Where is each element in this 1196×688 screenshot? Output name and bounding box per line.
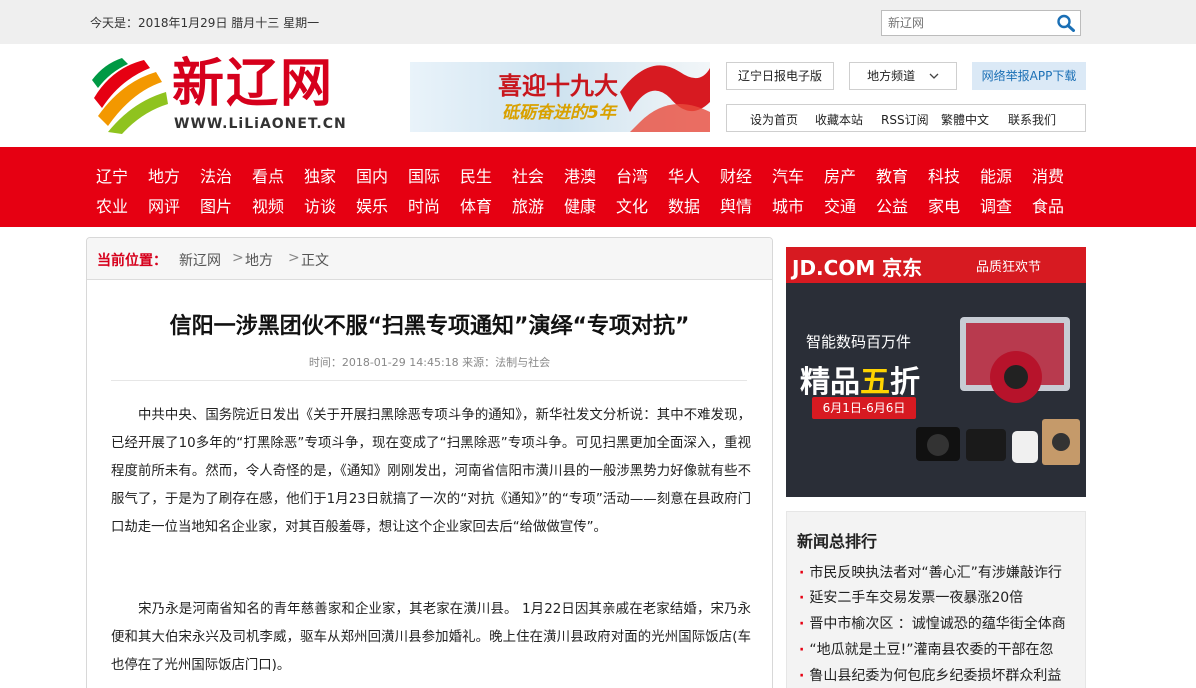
article-paragraph-2: 宋乃永是河南省知名的青年慈善家和企业家，其老家在潢川县。 1月22日因其亲戚在老… [111, 602, 751, 673]
top-bar: 今天是：2018年1月29日 腊月十三 星期一 [0, 0, 1196, 44]
nav-item[interactable]: 华人 [668, 163, 720, 187]
epaper-button[interactable]: 辽宁日报电子版 [726, 62, 834, 90]
article-title: 信阳一涉黑团伙不服“扫黑专项通知”演绎“专项对抗” [169, 314, 690, 339]
article-card: 当前位置： 新辽网 > 地方 > 正文 信阳一涉黑团伙不服“扫黑专项通知”演绎“… [86, 237, 773, 688]
nav-item[interactable]: 城市 [772, 193, 824, 217]
ranking-item[interactable]: “地瓜就是土豆!”灌南县农委的干部在忽 [799, 639, 1085, 659]
ad-dates: 6月1日-6月6日 [812, 397, 916, 419]
logo-mark-icon [92, 58, 168, 134]
main-nav: 辽宁 地方 法治 看点 独家 国内 国际 民生 社会 港澳 台湾 华人 财经 汽车 房产 教育 科技 能源 消费 农… [0, 147, 1196, 227]
nav-item[interactable]: 健康 [564, 193, 616, 217]
nav-item[interactable]: 能源 [980, 163, 1032, 187]
ranking-item[interactable]: 鲁山县纪委为何包庇乡纪委损坏群众利益 [799, 665, 1085, 685]
ranking-item[interactable]: 市民反映执法者对“善心汇”有涉嫌敲诈行 [799, 562, 1085, 582]
divider [111, 380, 747, 381]
breadcrumb-local[interactable]: 地方 [245, 250, 273, 270]
banner-subtitle: 砥砺奋进的5年 [502, 103, 616, 123]
flag-ribbon-icon [620, 65, 710, 132]
nav-item[interactable]: 房产 [824, 163, 876, 187]
nav-item[interactable]: 消费 [1032, 163, 1084, 187]
set-homepage-link[interactable]: 设为首页 [750, 111, 798, 128]
article-meta: 时间：2018-01-29 14:45:18 来源：法制与社会 [308, 356, 551, 369]
nav-item[interactable]: 视频 [252, 193, 304, 217]
nav-item[interactable]: 看点 [252, 163, 304, 187]
search-input[interactable] [882, 11, 1047, 35]
current-date: 今天是：2018年1月29日 腊月十三 星期一 [90, 16, 320, 30]
nav-item[interactable]: 舆情 [720, 193, 772, 217]
traditional-chinese-link[interactable]: 繁體中文 [941, 111, 989, 128]
ad-brand: JD.COM 京东 [792, 256, 923, 280]
logo-text-en: WWW.LiLiAONET.CN [174, 116, 347, 132]
report-app-download-button[interactable]: 网络举报APP下载 [972, 62, 1086, 90]
nav-item[interactable]: 社会 [512, 163, 564, 187]
search-box[interactable] [881, 10, 1081, 36]
breadcrumb-home[interactable]: 新辽网 [179, 250, 221, 270]
nav-item[interactable]: 体育 [460, 193, 512, 217]
nav-item[interactable]: 旅游 [512, 193, 564, 217]
nav-item[interactable]: 数据 [668, 193, 720, 217]
chevron-down-icon [929, 73, 939, 79]
news-ranking-panel: 新闻总排行 市民反映执法者对“善心汇”有涉嫌敲诈行 延安二手车交易发票一夜暴涨2… [786, 511, 1086, 688]
contact-us-link[interactable]: 联系我们 [1008, 111, 1056, 128]
nav-item[interactable]: 食品 [1032, 193, 1084, 217]
ad-headline: 品质狂欢节 [976, 260, 1042, 275]
breadcrumb: 当前位置： 新辽网 > 地方 > 正文 [87, 238, 772, 280]
nav-item[interactable]: 民生 [460, 163, 512, 187]
ad-header: JD.COM 京东 品质狂欢节 [786, 247, 1086, 283]
local-channels-dropdown[interactable]: 地方频道 [849, 62, 957, 90]
nav-item[interactable]: 港澳 [564, 163, 616, 187]
nav-item[interactable]: 调查 [980, 193, 1032, 217]
local-channels-label: 地方频道 [867, 69, 916, 83]
nav-item[interactable]: 台湾 [616, 163, 668, 187]
bookmark-link[interactable]: 收藏本站 [815, 111, 863, 128]
breadcrumb-separator: > [288, 250, 300, 266]
nav-item[interactable]: 法治 [200, 163, 252, 187]
nav-item[interactable]: 教育 [876, 163, 928, 187]
nav-item[interactable]: 时尚 [408, 193, 460, 217]
nav-item[interactable]: 辽宁 [96, 163, 148, 187]
nav-item[interactable]: 娱乐 [356, 193, 408, 217]
header-links: 设为首页 收藏本站 RSS订阅 繁體中文 联系我们 [726, 104, 1086, 132]
search-icon[interactable] [1056, 14, 1076, 32]
nav-item[interactable]: 家电 [928, 193, 980, 217]
jd-ad-banner[interactable]: JD.COM 京东 品质狂欢节 智能数码百万件 精品五折 6月1日-6月6日 [786, 247, 1086, 497]
ad-main-text-a: 精品 [800, 365, 860, 400]
breadcrumb-label: 当前位置： [97, 253, 167, 269]
nav-item[interactable]: 科技 [928, 163, 980, 187]
ranking-title: 新闻总排行 [797, 532, 878, 551]
nav-item[interactable]: 财经 [720, 163, 772, 187]
logo-text-cn: 新辽网 [172, 53, 335, 114]
congress-banner[interactable]: 喜迎十九大 砥砺奋进的5年 [410, 62, 710, 132]
nav-item[interactable]: 公益 [876, 193, 928, 217]
nav-item[interactable]: 交通 [824, 193, 876, 217]
nav-item[interactable]: 国内 [356, 163, 408, 187]
nav-item[interactable]: 独家 [304, 163, 356, 187]
nav-item[interactable]: 访谈 [304, 193, 356, 217]
nav-item[interactable]: 网评 [148, 193, 200, 217]
site-logo[interactable]: 新辽网 WWW.LiLiAONET.CN [92, 54, 372, 134]
rss-link[interactable]: RSS订阅 [881, 111, 929, 128]
electronics-products-icon [916, 317, 1080, 465]
banner-title: 喜迎十九大 [498, 71, 618, 100]
nav-item[interactable]: 农业 [96, 193, 148, 217]
nav-item[interactable]: 文化 [616, 193, 668, 217]
breadcrumb-separator: > [232, 250, 244, 266]
ad-subtitle: 智能数码百万件 [806, 333, 912, 351]
ranking-item[interactable]: 晋中市榆次区 ：诚惶诚恐的蕴华街全体商 [799, 613, 1085, 633]
nav-item[interactable]: 汽车 [772, 163, 824, 187]
nav-item[interactable]: 图片 [200, 193, 252, 217]
ad-main-text: 精品五折 [800, 357, 920, 401]
nav-item[interactable]: 地方 [148, 163, 200, 187]
nav-item[interactable]: 国际 [408, 163, 460, 187]
ad-main-text-highlight: 五 [860, 365, 890, 400]
ranking-item[interactable]: 延安二手车交易发票一夜暴涨20倍 [799, 587, 1085, 607]
article-paragraph-1: 中共中央、国务院近日发出《关于开展扫黑除恶专项斗争的通知》，新华社发文分析说：其… [111, 408, 751, 535]
breadcrumb-current: 正文 [301, 253, 329, 269]
